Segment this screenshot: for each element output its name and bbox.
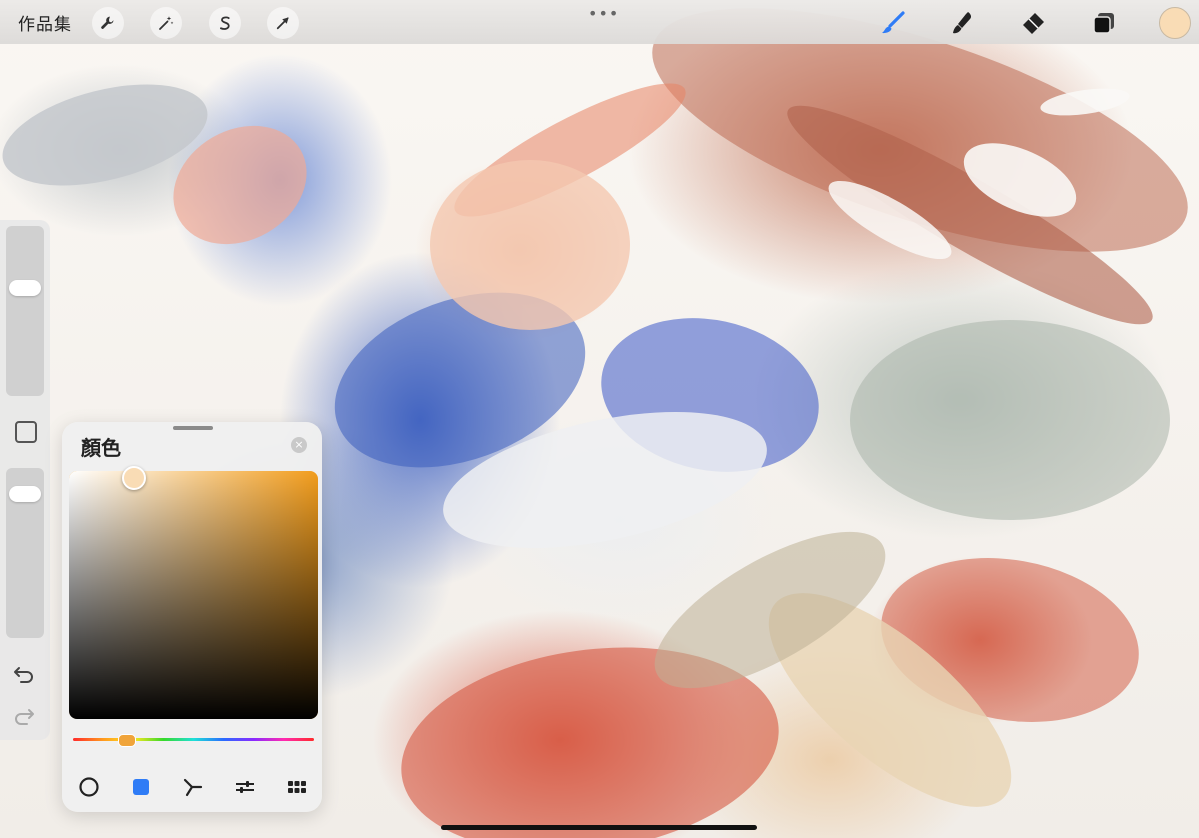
top-handle[interactable]: ••• [588, 4, 619, 23]
art-skin [430, 160, 630, 330]
modify-square-icon[interactable] [15, 421, 37, 443]
redo-icon[interactable] [11, 702, 37, 728]
arrow-cursor-icon [276, 17, 289, 30]
current-color-swatch[interactable] [1159, 7, 1191, 39]
brush-size-thumb[interactable] [9, 279, 41, 296]
brush-icon [882, 11, 905, 34]
brush-opacity-slider[interactable] [6, 468, 44, 638]
classic-icon [133, 779, 149, 795]
panel-grip-handle[interactable] [173, 426, 213, 430]
smudge-tool-button[interactable] [948, 8, 978, 38]
left-sidebar [0, 220, 50, 740]
saturation-brightness-square[interactable] [69, 471, 318, 719]
harmony-icon [183, 778, 203, 797]
smudge-icon [953, 12, 972, 34]
layers-icon [1093, 13, 1114, 34]
brush-opacity-thumb[interactable] [9, 486, 41, 503]
undo-icon[interactable] [11, 660, 37, 686]
palettes-icon [288, 781, 306, 793]
layers-button[interactable] [1089, 8, 1119, 38]
mode-disc-button[interactable] [76, 774, 102, 800]
paint-tool-button[interactable] [878, 8, 908, 38]
actions-button[interactable] [92, 7, 124, 39]
mode-classic-button[interactable] [128, 774, 154, 800]
disc-icon [79, 777, 99, 797]
eraser-tool-button[interactable] [1018, 8, 1048, 38]
selection-button[interactable] [209, 7, 241, 39]
color-picker-thumb[interactable] [121, 466, 146, 491]
adjustments-button[interactable] [150, 7, 182, 39]
home-indicator[interactable] [441, 825, 757, 830]
transform-button[interactable] [267, 7, 299, 39]
panel-title: 顏色 [81, 436, 121, 460]
gallery-button[interactable]: 作品集 [18, 10, 72, 35]
eraser-icon [1023, 13, 1044, 34]
mode-value-button[interactable] [232, 774, 258, 800]
brush-size-slider[interactable] [6, 226, 44, 396]
mode-harmony-button[interactable] [180, 774, 206, 800]
value-icon [236, 781, 254, 793]
color-panel: 顏色 × [62, 422, 322, 812]
black-gradient-layer [69, 471, 318, 719]
close-button[interactable]: × [291, 437, 307, 453]
selection-s-icon [219, 16, 230, 30]
wrench-icon [101, 16, 114, 29]
top-toolbar: 作品集 ••• [0, 0, 1199, 44]
art-frill [850, 320, 1170, 520]
hue-slider-thumb[interactable] [118, 734, 137, 747]
mode-palettes-button[interactable] [284, 774, 310, 800]
magic-wand-icon [159, 16, 174, 30]
hue-slider[interactable] [73, 738, 314, 741]
